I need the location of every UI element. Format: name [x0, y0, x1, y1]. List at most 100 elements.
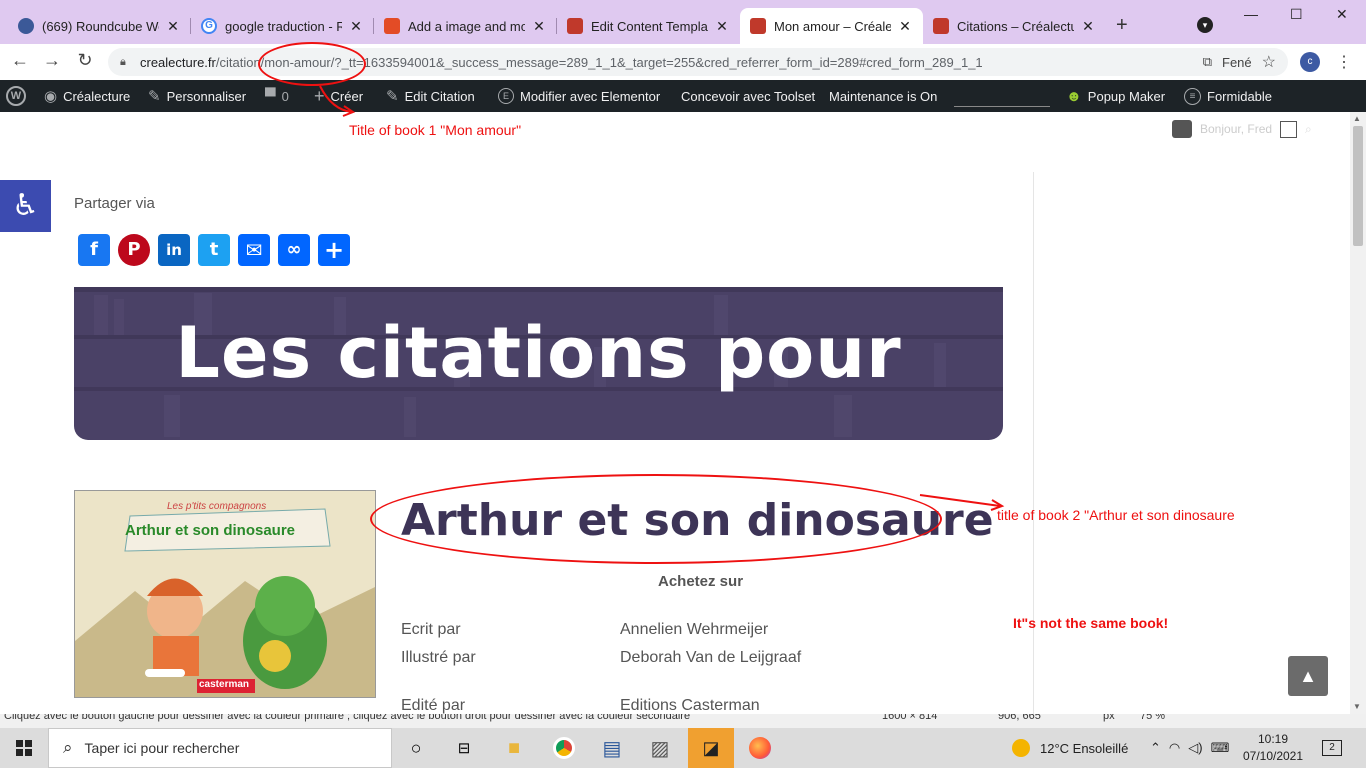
paint-status-bar: Cliquez avec le bouton gauche pour dessi… [0, 714, 1366, 728]
cover-series: Les p'tits compagnons [167, 501, 267, 512]
wp-maintenance[interactable]: Maintenance is On [829, 80, 937, 112]
annotation-arrow-url [319, 85, 356, 117]
task-view-icon[interactable]: ⊟ [450, 734, 478, 762]
site-favicon-icon [933, 18, 949, 34]
comment-icon: ▀ [265, 87, 276, 105]
annotation-book2: title of book 2 "Arthur et son dinosaure [997, 507, 1235, 523]
detail-label-author: Ecrit par [401, 621, 461, 638]
annotation-warning: It"s not the same book! [1013, 615, 1169, 631]
sticky-notes-icon[interactable]: ◪ [688, 728, 734, 768]
browser-tab[interactable]: Citations – Créalecture ✕ [923, 8, 1106, 44]
browser-tab[interactable]: Add a image and modify ✕ [374, 8, 557, 44]
browser-tab-strip: (669) Roundcube Webmail ✕ G google tradu… [0, 0, 1366, 44]
firefox-icon[interactable] [746, 734, 774, 762]
word-icon[interactable]: ▤ [598, 734, 626, 762]
wordpress-logo-icon[interactable]: W [6, 80, 26, 112]
url-host: crealecture.fr [140, 54, 216, 70]
wp-edit-citation[interactable]: ✎ Edit Citation [386, 80, 475, 112]
wp-comments[interactable]: ▀ 0 [265, 80, 289, 112]
wp-bar-underline [954, 106, 1050, 107]
formidable-icon: ≡ [1184, 87, 1201, 105]
annotation-book1: Title of book 1 "Mon amour" [349, 122, 522, 138]
sidebar-divider [1033, 172, 1034, 714]
lock-icon: 🔒︎ [120, 56, 126, 68]
share-label: Partager via [74, 195, 155, 212]
window-icon[interactable]: ⧉ [1203, 54, 1212, 70]
tab-title: Mon amour – Créalecture [774, 18, 891, 34]
paint-icon[interactable]: ▨ [646, 734, 674, 762]
page-scrollbar[interactable]: ▲ ▼ [1350, 112, 1366, 714]
tab-title: (669) Roundcube Webmail [42, 18, 159, 34]
book-cover-image[interactable]: Les p'tits compagnons Arthur et son dino… [74, 490, 376, 698]
close-window-icon[interactable]: ✕ [1336, 6, 1348, 23]
profile-avatar[interactable]: c [1300, 52, 1320, 72]
close-tab-icon[interactable]: ✕ [897, 18, 913, 35]
scroll-thumb[interactable] [1353, 126, 1363, 246]
wp-formidable[interactable]: ≡ Formidable [1184, 80, 1272, 112]
cortana-icon[interactable]: ○ [402, 734, 430, 762]
windows-logo-icon [16, 740, 32, 756]
share-icon[interactable]: + [318, 234, 350, 266]
volume-icon[interactable]: ◁) [1188, 740, 1202, 756]
wp-site-name[interactable]: ◉ Créalecture [44, 80, 130, 112]
pencil-icon: ✎ [386, 88, 399, 105]
close-tab-icon[interactable]: ✕ [531, 18, 547, 35]
wp-customize[interactable]: ✎ Personnaliser [148, 80, 246, 112]
weather-widget[interactable]: 12°C Ensoleillé [1012, 728, 1128, 768]
scroll-up-icon[interactable]: ▲ [1353, 114, 1361, 123]
scroll-down-icon[interactable]: ▼ [1353, 702, 1361, 711]
scroll-to-top-button[interactable]: ▲ [1288, 656, 1328, 696]
roundcube-favicon-icon [18, 18, 34, 34]
minimize-icon[interactable]: — [1244, 6, 1258, 22]
close-tab-icon[interactable]: ✕ [165, 18, 181, 35]
windows-start-button[interactable] [0, 728, 48, 768]
chrome-icon[interactable] [550, 734, 578, 762]
browser-tab-active[interactable]: Mon amour – Créalecture ✕ [740, 8, 923, 44]
detail-label-illustrator: Illustré par [401, 649, 476, 666]
paint-zoom: 75 % [1140, 714, 1166, 722]
network-icon[interactable]: ◠ [1169, 740, 1180, 756]
window-label: Fené [1222, 54, 1252, 70]
search-icon[interactable]: ⌕ [1305, 122, 1312, 137]
wp-toolset[interactable]: Concevoir avec Toolset [681, 80, 815, 112]
wp-elementor[interactable]: E Modifier avec Elementor [498, 80, 660, 112]
account-greeting[interactable]: Bonjour, Fred ⌕ [1172, 120, 1312, 138]
close-tab-icon[interactable]: ✕ [348, 18, 364, 35]
dashboard-icon: ◉ [44, 88, 58, 105]
pinterest-icon[interactable]: P [118, 234, 150, 266]
new-tab-button[interactable]: + [1116, 14, 1128, 37]
taskbar-search[interactable]: ⌕ Taper ici pour rechercher [48, 728, 392, 768]
chat-icon [1172, 120, 1192, 138]
detail-value-illustrator: Deborah Van de Leijgraaf [620, 649, 802, 666]
twitter-icon[interactable]: t [198, 234, 230, 266]
search-icon: ⌕ [63, 738, 73, 757]
browser-tab[interactable]: (669) Roundcube Webmail ✕ [8, 8, 191, 44]
windows-taskbar: ⌕ Taper ici pour rechercher ○ ⊟ ■ ▤ ▨ ◪ … [0, 728, 1366, 768]
page-content: Bonjour, Fred ⌕ ♿︎ Partager via f P in t… [0, 112, 1350, 714]
copy-link-icon[interactable]: ∞ [278, 234, 310, 266]
maximize-icon[interactable]: ☐ [1290, 6, 1303, 23]
linkedin-icon[interactable]: in [158, 234, 190, 266]
system-tray: ⌃ ◠ ◁) ⌨ [1150, 728, 1229, 768]
back-arrow-icon[interactable]: ← [8, 50, 32, 71]
file-explorer-icon[interactable]: ■ [500, 734, 528, 762]
banner-title: Les citations pour [175, 312, 902, 394]
reload-icon[interactable]: ↻ [73, 50, 97, 71]
facebook-icon[interactable]: f [78, 234, 110, 266]
tab-search-icon[interactable]: ▾ [1197, 17, 1213, 33]
notifications-button[interactable]: 2 [1322, 728, 1342, 768]
system-clock[interactable]: 10:19 07/10/2021 [1240, 731, 1306, 765]
browser-tab[interactable]: G google traduction - Recherche ✕ [191, 8, 374, 44]
keyboard-icon[interactable]: ⌨ [1211, 740, 1230, 756]
close-tab-icon[interactable]: ✕ [1080, 18, 1096, 35]
email-icon[interactable]: ✉ [238, 234, 270, 266]
menu-kebab-icon[interactable]: ⋮ [1336, 52, 1352, 72]
wp-popup-maker[interactable]: ☻ Popup Maker [1066, 80, 1165, 112]
accessibility-icon[interactable]: ♿︎ [0, 180, 51, 232]
star-bookmark-icon[interactable]: ☆ [1262, 52, 1276, 72]
forward-arrow-icon[interactable]: → [40, 50, 64, 71]
chevron-up-icon[interactable]: ⌃ [1150, 740, 1161, 756]
google-favicon-icon: G [201, 18, 217, 34]
browser-tab[interactable]: Edit Content Template ✕ [557, 8, 740, 44]
close-tab-icon[interactable]: ✕ [714, 18, 730, 35]
